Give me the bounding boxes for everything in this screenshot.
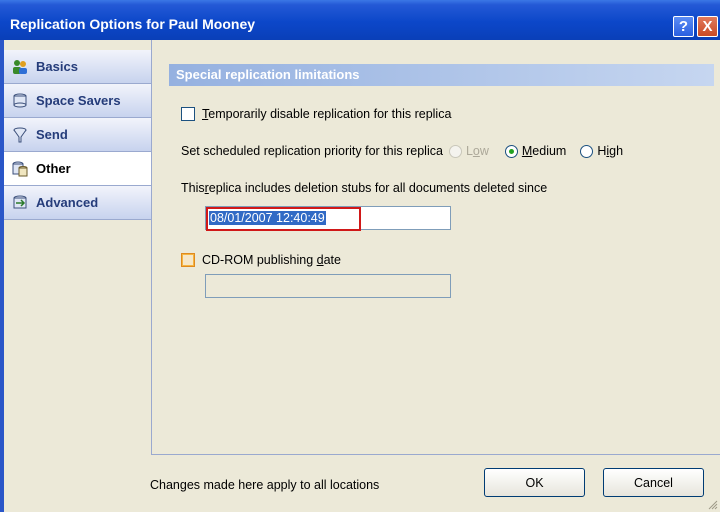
sidebar-item-label: Space Savers xyxy=(36,93,121,108)
people-icon xyxy=(12,59,28,75)
deletion-date-input[interactable]: 08/01/2007 12:40:49 xyxy=(205,206,451,231)
sidebar-item-label: Other xyxy=(36,161,71,176)
priority-medium-radio[interactable] xyxy=(504,144,518,158)
sidebar-item-basics[interactable]: Basics xyxy=(4,50,152,84)
help-icon: ? xyxy=(678,18,689,35)
funnel-icon xyxy=(12,127,28,143)
sidebar-item-label: Advanced xyxy=(36,195,99,210)
sidebar-item-label: Send xyxy=(36,127,68,142)
sidebar-item-space-savers[interactable]: Space Savers xyxy=(4,84,152,118)
database-stack-icon xyxy=(12,161,28,177)
footer-note: Changes made here apply to all locations xyxy=(150,478,380,492)
database-icon xyxy=(12,93,28,109)
title-bar[interactable]: Replication Options for Paul Mooney ? X xyxy=(0,0,720,40)
priority-medium-label: Medium xyxy=(521,144,567,158)
help-button[interactable]: ? xyxy=(673,16,694,37)
priority-low-radio[interactable] xyxy=(448,144,462,158)
sidebar-item-advanced[interactable]: Advanced xyxy=(4,186,152,220)
deletion-stubs-label: This r eplica includes deletion stubs for… xyxy=(181,181,548,195)
priority-low-label: Low xyxy=(465,144,489,158)
disable-replication-checkbox[interactable] xyxy=(181,107,195,121)
disable-replication-label: Temporarily disable replication for this… xyxy=(202,107,452,121)
close-icon: X xyxy=(702,18,713,35)
dialog-window: Replication Options for Paul Mooney ? X … xyxy=(0,0,720,512)
disable-replication-row[interactable]: Temporarily disable replication for this… xyxy=(181,107,451,121)
priority-high-radio[interactable] xyxy=(580,144,594,158)
resize-grip-icon[interactable] xyxy=(708,500,718,510)
sidebar-item-send[interactable]: Send xyxy=(4,118,152,152)
sidebar-item-label: Basics xyxy=(36,59,78,74)
priority-high-label: High xyxy=(597,144,624,158)
cdrom-date-input[interactable] xyxy=(205,274,451,298)
cdrom-checkbox[interactable] xyxy=(181,253,195,267)
ok-button[interactable]: OK xyxy=(484,468,585,497)
cancel-button[interactable]: Cancel xyxy=(603,468,704,497)
sidebar: Basics Space Savers Send Other Advanced xyxy=(4,50,154,220)
options-panel: Special replication limitations Temporar… xyxy=(151,40,720,455)
sidebar-item-other[interactable]: Other xyxy=(4,152,154,186)
window-title: Replication Options for Paul Mooney xyxy=(10,16,256,32)
database-arrows-icon xyxy=(12,195,28,211)
close-button[interactable]: X xyxy=(697,16,718,37)
priority-row: Set scheduled replication priority for t… xyxy=(181,144,623,158)
section-title: Special replication limitations xyxy=(169,64,714,86)
cdrom-label: CD-ROM publishing date xyxy=(202,253,341,267)
cdrom-row[interactable]: CD-ROM publishing date xyxy=(181,253,341,267)
highlight-box xyxy=(206,207,361,231)
priority-label: Set scheduled replication priority for t… xyxy=(181,144,443,158)
dialog-body: Basics Space Savers Send Other Advanced … xyxy=(4,40,720,512)
